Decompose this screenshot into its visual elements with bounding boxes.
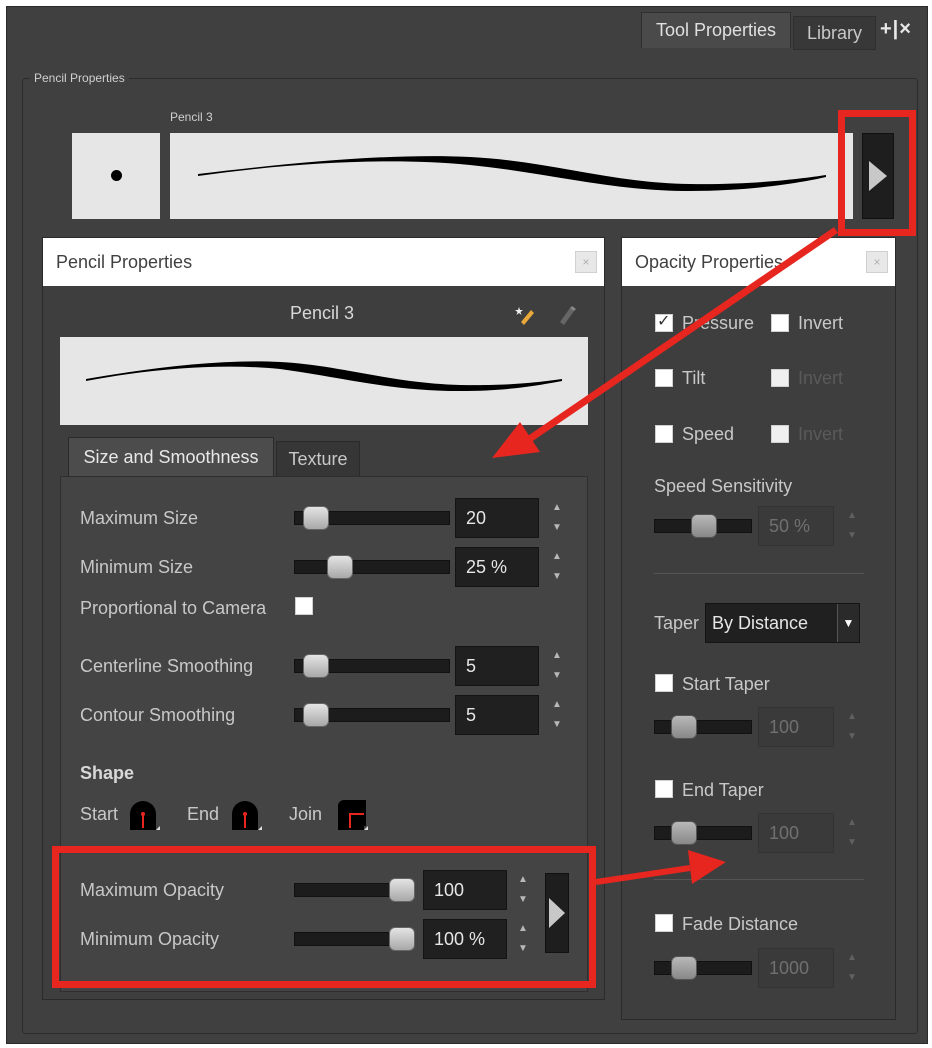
contour-smoothing-spinner[interactable]: ▲ ▼ xyxy=(551,695,563,735)
new-preset-icon[interactable] xyxy=(515,304,537,326)
slider-knob[interactable] xyxy=(303,506,329,530)
brush-tip-preview xyxy=(72,133,160,219)
taper-dropdown[interactable]: By Distance ▼ xyxy=(705,603,860,643)
end-taper-label: End Taper xyxy=(682,780,764,800)
maximum-size-slider[interactable] xyxy=(294,506,450,530)
speed-sensitivity-field[interactable]: 50 % xyxy=(758,506,834,546)
dialog-title: Opacity Properties xyxy=(622,238,895,286)
centerline-smoothing-field[interactable]: 5 xyxy=(455,646,539,686)
minimum-size-field[interactable]: 25 % xyxy=(455,547,539,587)
minimum-size-label: Minimum Size xyxy=(80,557,194,577)
start-taper-checkbox[interactable] xyxy=(655,674,673,692)
pressure-label: Pressure xyxy=(682,313,755,333)
proportional-camera-checkbox[interactable] xyxy=(295,597,313,615)
panel-add-close-icon[interactable]: +|× xyxy=(880,18,912,41)
start-taper-label: Start Taper xyxy=(682,674,770,694)
end-taper-field[interactable]: 100 xyxy=(758,813,834,853)
tilt-invert-checkbox[interactable] xyxy=(771,369,789,387)
taper-value: By Distance xyxy=(712,612,809,633)
groupbox-title: Pencil Properties xyxy=(30,71,129,85)
slider-knob[interactable] xyxy=(327,555,353,579)
fade-distance-slider[interactable] xyxy=(654,956,752,980)
rename-preset-icon[interactable] xyxy=(556,304,578,326)
join-label: Join xyxy=(289,804,323,824)
invert-label-disabled: Invert xyxy=(798,424,844,444)
contour-smoothing-slider[interactable] xyxy=(294,703,450,727)
pressure-checkbox[interactable]: ✓ xyxy=(655,313,673,332)
preset-name-label: Pencil 3 xyxy=(170,110,213,124)
tilt-checkbox[interactable] xyxy=(655,369,673,387)
separator xyxy=(654,573,864,574)
slider-knob[interactable] xyxy=(671,956,697,980)
opacity-settings-highlight xyxy=(52,846,596,988)
end-taper-checkbox[interactable] xyxy=(655,780,673,798)
fade-distance-checkbox[interactable] xyxy=(655,914,673,932)
chevron-down-icon[interactable]: ▼ xyxy=(837,604,859,642)
tab-texture[interactable]: Texture xyxy=(276,441,360,477)
separator xyxy=(654,879,864,880)
invert-label: Invert xyxy=(798,313,844,333)
slider-knob[interactable] xyxy=(303,654,329,678)
close-icon[interactable]: × xyxy=(575,251,597,273)
contour-smoothing-label: Contour Smoothing xyxy=(80,705,236,725)
speed-label: Speed xyxy=(682,424,735,444)
round-cap-icon[interactable] xyxy=(128,798,160,830)
start-cap-label: Start xyxy=(80,804,119,824)
slider-knob[interactable] xyxy=(303,703,329,727)
minimum-size-slider[interactable] xyxy=(294,555,450,579)
fade-distance-field[interactable]: 1000 xyxy=(758,948,834,988)
speed-sensitivity-label: Speed Sensitivity xyxy=(654,476,793,496)
start-taper-spinner[interactable]: ▲ ▼ xyxy=(846,707,858,747)
expand-button-highlight xyxy=(838,110,916,236)
proportional-camera-label: Proportional to Camera xyxy=(80,598,267,618)
end-taper-spinner[interactable]: ▲ ▼ xyxy=(846,813,858,853)
tilt-label: Tilt xyxy=(682,368,706,388)
shape-heading: Shape xyxy=(80,763,135,783)
pencil-stroke-preview xyxy=(60,337,588,425)
slider-knob[interactable] xyxy=(671,821,697,845)
close-icon[interactable]: × xyxy=(866,251,888,273)
fade-distance-spinner[interactable]: ▲ ▼ xyxy=(846,948,858,988)
tab-library[interactable]: Library xyxy=(793,16,876,50)
speed-sensitivity-spinner[interactable]: ▲ ▼ xyxy=(846,506,858,546)
preset-name: Pencil 3 xyxy=(290,303,355,323)
end-taper-slider[interactable] xyxy=(654,821,752,845)
tab-tool-properties[interactable]: Tool Properties xyxy=(641,12,791,48)
maximum-size-spinner[interactable]: ▲ ▼ xyxy=(551,498,563,538)
centerline-smoothing-spinner[interactable]: ▲ ▼ xyxy=(551,646,563,686)
speed-invert-checkbox[interactable] xyxy=(771,425,789,443)
slider-knob[interactable] xyxy=(691,514,717,538)
maximum-size-field[interactable]: 20 xyxy=(455,498,539,538)
slider-knob[interactable] xyxy=(671,715,697,739)
fade-distance-label: Fade Distance xyxy=(682,914,799,934)
pressure-invert-checkbox[interactable] xyxy=(771,314,789,332)
end-cap-label: End xyxy=(187,804,220,824)
speed-checkbox[interactable] xyxy=(655,425,673,443)
speed-sensitivity-slider[interactable] xyxy=(654,514,752,538)
start-taper-field[interactable]: 100 xyxy=(758,707,834,747)
dialog-title: Pencil Properties xyxy=(43,238,604,286)
contour-smoothing-field[interactable]: 5 xyxy=(455,695,539,735)
centerline-smoothing-slider[interactable] xyxy=(294,654,450,678)
start-taper-slider[interactable] xyxy=(654,715,752,739)
stroke-preview xyxy=(170,133,853,219)
join-style-icon[interactable] xyxy=(336,798,368,830)
maximum-size-label: Maximum Size xyxy=(80,508,199,528)
tab-size-and-smoothness[interactable]: Size and Smoothness xyxy=(68,437,274,477)
taper-label: Taper xyxy=(654,613,700,633)
invert-label-disabled: Invert xyxy=(798,368,844,388)
round-end-cap-icon[interactable] xyxy=(230,798,262,830)
centerline-smoothing-label: Centerline Smoothing xyxy=(80,656,254,676)
minimum-size-spinner[interactable]: ▲ ▼ xyxy=(551,547,563,587)
